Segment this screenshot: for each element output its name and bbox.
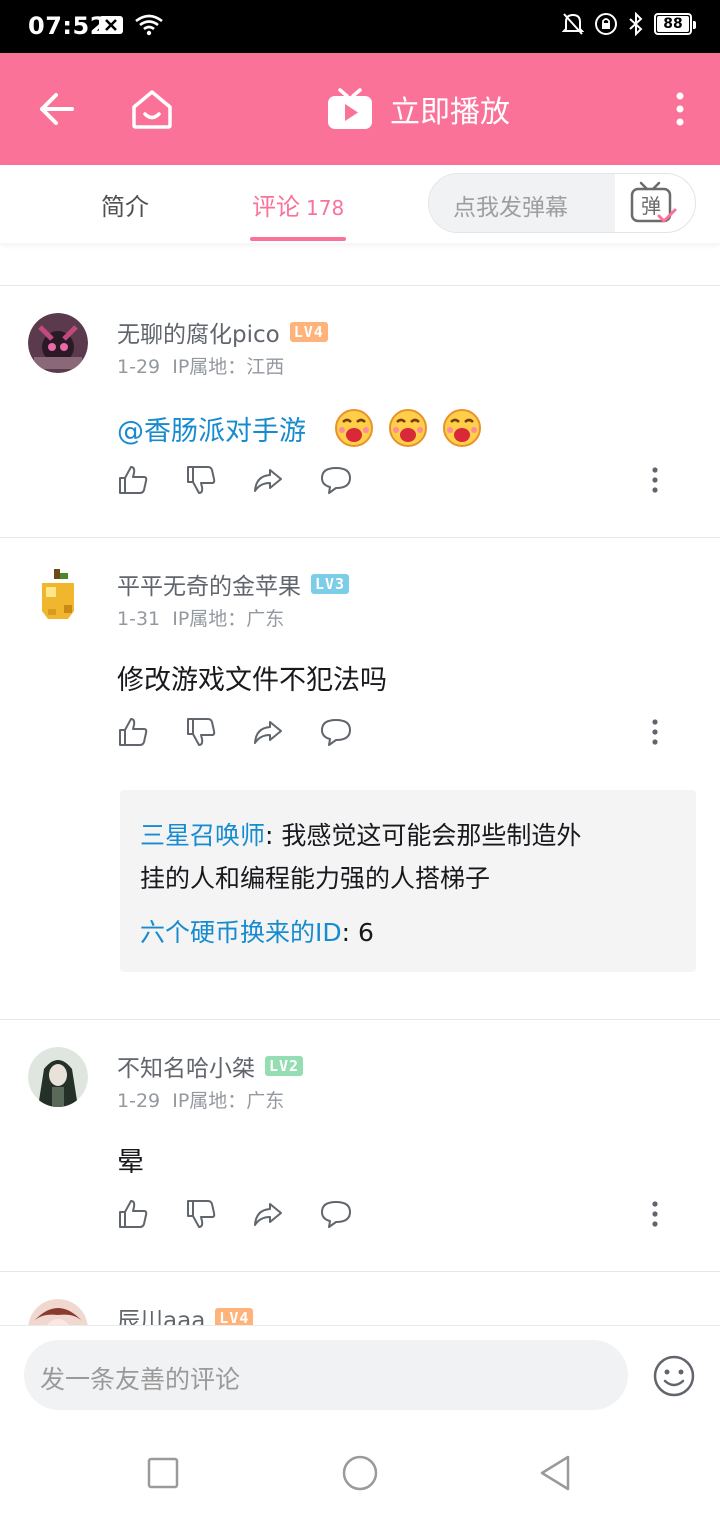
- reply-icon[interactable]: [320, 716, 352, 748]
- comment-text: @香肠派对手游: [117, 408, 482, 448]
- status-time: 07:52: [28, 12, 107, 40]
- battery-indicator: 88: [654, 13, 696, 35]
- app-header: 立即播放: [0, 53, 720, 165]
- tab-comments-label: 评论: [252, 193, 300, 221]
- tab-comments[interactable]: 评论 178: [252, 187, 344, 222]
- laughing-emoji-icon: [389, 409, 427, 447]
- reply-username[interactable]: 六个硬币换来的ID: [140, 918, 342, 947]
- bluetooth-icon: [629, 12, 643, 36]
- notification-x-icon: [99, 16, 123, 34]
- danmaku-tv-icon: 弹: [630, 181, 677, 223]
- comment-text: 晕: [117, 1147, 144, 1178]
- reply-preview-box[interactable]: 三星召唤师: 我感觉这可能会那些制造外 挂的人和编程能力强的人搭梯子 六个硬币换…: [120, 790, 696, 972]
- laughing-emoji-icon: [335, 409, 373, 447]
- reply-item: 三星召唤师: 我感觉这可能会那些制造外: [140, 821, 582, 850]
- level-badge: LV4: [289, 322, 328, 342]
- avatar[interactable]: [28, 1047, 88, 1107]
- comment-actions: [117, 1198, 677, 1234]
- username[interactable]: 辰川aaa: [117, 1301, 205, 1325]
- system-nav-bar: [0, 1425, 720, 1520]
- comment-meta: 1-29 IP属地：江西: [117, 356, 285, 378]
- level-badge: LV2: [265, 1056, 304, 1076]
- lock-rotation-icon: [595, 13, 617, 35]
- tab-intro[interactable]: 简介: [101, 187, 149, 222]
- more-menu-button[interactable]: [654, 83, 706, 135]
- avatar[interactable]: [28, 1299, 88, 1325]
- reply-username[interactable]: 三星召唤师: [140, 821, 265, 850]
- share-icon[interactable]: [252, 1198, 284, 1230]
- more-vertical-icon[interactable]: [645, 1200, 665, 1228]
- wifi-icon: [135, 14, 163, 36]
- username[interactable]: 无聊的腐化pico: [117, 315, 280, 349]
- reply-icon[interactable]: [320, 1198, 352, 1230]
- reply-text-continued: 挂的人和编程能力强的人搭梯子: [140, 864, 491, 893]
- bell-off-icon: [562, 13, 584, 35]
- header-title: 立即播放: [390, 95, 510, 130]
- home-icon: [132, 90, 172, 129]
- emoji-icon[interactable]: [652, 1354, 696, 1398]
- level-badge: LV4: [215, 1308, 254, 1325]
- avatar[interactable]: [28, 313, 88, 373]
- status-bar: 07:52 88: [0, 0, 720, 53]
- comment-text: 修改游戏文件不犯法吗: [117, 665, 387, 696]
- comment-item: 无聊的腐化pico LV4 1-29 IP属地：江西 @香肠派对手游: [0, 286, 720, 537]
- comment-input[interactable]: 发一条友善的评论: [24, 1340, 628, 1410]
- arrow-left-icon: [40, 93, 74, 125]
- avatar[interactable]: [28, 565, 88, 625]
- username[interactable]: 平平无奇的金苹果: [117, 567, 301, 601]
- danmaku-box: 点我发弹幕 弹: [428, 173, 696, 233]
- comment-actions: [117, 716, 677, 752]
- share-icon[interactable]: [252, 464, 284, 496]
- play-now-button[interactable]: 立即播放: [326, 83, 510, 135]
- dislike-icon[interactable]: [185, 1198, 217, 1230]
- level-badge: LV3: [311, 574, 350, 594]
- laughing-emoji-icon: [443, 409, 481, 447]
- reply-item: 六个硬币换来的ID: 6: [140, 918, 374, 947]
- tab-active-indicator: [250, 237, 346, 241]
- username[interactable]: 不知名哈小桀: [117, 1049, 255, 1083]
- like-icon[interactable]: [117, 716, 149, 748]
- svg-text:弹: 弹: [641, 194, 661, 218]
- more-vertical-icon[interactable]: [645, 718, 665, 746]
- danmaku-input[interactable]: 点我发弹幕: [429, 174, 615, 232]
- share-icon[interactable]: [252, 716, 284, 748]
- tabs-row: 简介 评论 178 点我发弹幕 弹: [0, 165, 720, 243]
- back-triangle-icon[interactable]: [536, 1453, 576, 1493]
- more-vertical-icon: [676, 92, 684, 126]
- comment-item: 平平无奇的金苹果 LV3 1-31 IP属地：广东 修改游戏文件不犯法吗 三星召…: [0, 538, 720, 1019]
- dislike-icon[interactable]: [185, 464, 217, 496]
- tv-play-icon: [328, 88, 372, 129]
- comment-item: 辰川aaa LV4: [0, 1272, 720, 1325]
- more-vertical-icon[interactable]: [645, 466, 665, 494]
- back-button[interactable]: [30, 83, 82, 135]
- like-icon[interactable]: [117, 1198, 149, 1230]
- reply-icon[interactable]: [320, 464, 352, 496]
- comment-count: 178: [306, 196, 345, 220]
- comment-list: 无聊的腐化pico LV4 1-29 IP属地：江西 @香肠派对手游 平平无奇的…: [0, 243, 720, 1325]
- like-icon[interactable]: [117, 464, 149, 496]
- home-button[interactable]: [126, 83, 178, 135]
- dislike-icon[interactable]: [185, 716, 217, 748]
- home-circle-icon[interactable]: [340, 1453, 380, 1493]
- comment-meta: 1-29 IP属地：广东: [117, 1090, 285, 1112]
- comment-actions: [117, 464, 677, 500]
- comment-item: 不知名哈小桀 LV2 1-29 IP属地：广东 晕: [0, 1020, 720, 1271]
- comment-meta: 1-31 IP属地：广东: [117, 608, 285, 630]
- recents-square-icon[interactable]: [143, 1453, 183, 1493]
- mention-link[interactable]: @香肠派对手游: [117, 409, 306, 448]
- danmaku-toggle-button[interactable]: 弹: [629, 180, 677, 226]
- comment-composer: 发一条友善的评论: [0, 1325, 720, 1425]
